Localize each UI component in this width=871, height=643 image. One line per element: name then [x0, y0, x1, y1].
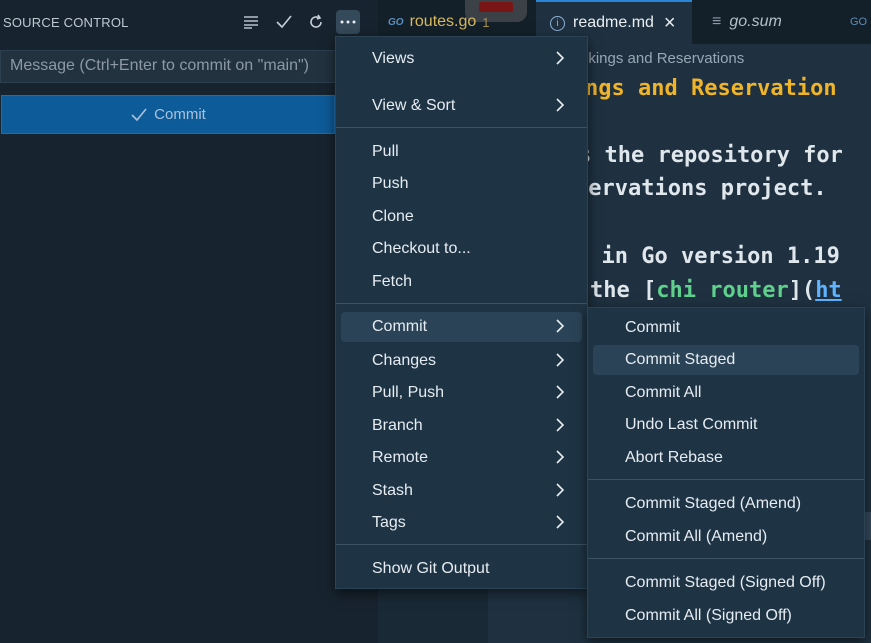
menu-separator — [588, 558, 864, 559]
commit-button[interactable]: Commit — [1, 95, 335, 134]
menu-item-label: Stash — [372, 482, 413, 499]
menu-item-view-sort[interactable]: View & Sort — [336, 91, 587, 121]
chevron-right-icon — [556, 319, 565, 333]
code-url[interactable]: ht — [815, 278, 842, 303]
chevron-right-icon — [556, 51, 565, 65]
submenu-item-commit[interactable]: Commit — [588, 313, 864, 343]
submenu-item-commit-all-amend[interactable]: Commit All (Amend) — [588, 522, 864, 552]
chevron-right-icon — [556, 418, 565, 432]
code-text: the [ — [590, 278, 657, 303]
menu-item-views[interactable]: Views — [336, 44, 587, 74]
submenu-item-abort-rebase[interactable]: Abort Rebase — [588, 443, 864, 473]
menu-item-push[interactable]: Push — [336, 169, 587, 199]
menu-item-checkout[interactable]: Checkout to... — [336, 234, 587, 264]
chevron-right-icon — [556, 385, 565, 399]
commit-message-input[interactable]: Message (Ctrl+Enter to commit on "main") — [0, 50, 336, 83]
info-icon: i — [550, 15, 565, 31]
source-control-more-menu: Views View & Sort Pull Push Clone Checko… — [335, 36, 588, 589]
code-heading: ngs and Reservation — [585, 76, 837, 101]
menu-item-pull-push[interactable]: Pull, Push — [336, 378, 587, 408]
breadcrumb[interactable]: okings and Reservations — [580, 50, 744, 67]
chevron-right-icon — [556, 98, 565, 112]
menu-separator — [336, 127, 587, 128]
menu-item-label: Remote — [372, 449, 429, 466]
code-line: the [chi router](ht — [590, 278, 842, 303]
chevron-right-icon — [556, 515, 565, 529]
code-text: ]( — [788, 278, 816, 303]
menu-item-label: Commit — [372, 318, 428, 335]
menu-item-commit[interactable]: Commit — [341, 312, 582, 342]
code-line: s the repository for — [578, 143, 843, 168]
menu-item-stash[interactable]: Stash — [336, 476, 587, 506]
menu-item-branch[interactable]: Branch — [336, 411, 587, 441]
source-control-panel: SOURCE CONTROL Message (Ctrl+Enter to co… — [0, 0, 378, 643]
chevron-right-icon — [556, 450, 565, 464]
menu-separator — [336, 303, 587, 304]
problem-badge: 1 — [482, 14, 490, 30]
code-link-text: chi router — [656, 278, 789, 303]
code-line: servations project. — [575, 176, 827, 201]
submenu-item-commit-all[interactable]: Commit All — [588, 378, 864, 408]
menu-item-label: Views — [372, 50, 415, 67]
menu-item-label: View & Sort — [372, 97, 456, 114]
menu-item-label: Changes — [372, 352, 437, 369]
commit-button-label: Commit — [154, 106, 206, 123]
list-icon[interactable] — [239, 10, 263, 34]
check-icon — [131, 107, 147, 121]
refresh-icon[interactable] — [304, 10, 328, 34]
menu-item-fetch[interactable]: Fetch — [336, 267, 587, 297]
tab-overflow-go-icon[interactable]: GO — [850, 0, 867, 44]
lines-icon: ≡ — [712, 13, 722, 30]
tab-label: go.sum — [729, 13, 782, 30]
check-icon[interactable] — [272, 10, 296, 34]
chevron-right-icon — [556, 353, 565, 367]
menu-item-show-git-output[interactable]: Show Git Output — [336, 554, 587, 584]
submenu-item-commit-staged[interactable]: Commit Staged — [593, 345, 859, 375]
more-icon[interactable] — [336, 10, 360, 34]
menu-item-label: Pull, Push — [372, 384, 445, 401]
panel-title: SOURCE CONTROL — [3, 15, 129, 30]
tab-label: readme.md — [573, 14, 654, 31]
tab-go-sum[interactable]: ≡ go.sum — [712, 0, 782, 44]
menu-item-label: Tags — [372, 514, 406, 531]
menu-item-remote[interactable]: Remote — [336, 443, 587, 473]
submenu-item-commit-staged-amend[interactable]: Commit Staged (Amend) — [588, 489, 864, 519]
menu-item-changes[interactable]: Changes — [336, 346, 587, 376]
go-icon: GO — [388, 16, 404, 28]
scrollbar-thumb[interactable] — [864, 512, 871, 540]
menu-item-label: Branch — [372, 417, 423, 434]
submenu-item-commit-staged-signed-off[interactable]: Commit Staged (Signed Off) — [588, 568, 864, 598]
code-line: t in Go version 1.19 — [575, 244, 840, 269]
close-icon[interactable]: × — [664, 12, 676, 35]
commit-submenu: Commit Commit Staged Commit All Undo Las… — [587, 307, 865, 638]
submenu-item-undo-last-commit[interactable]: Undo Last Commit — [588, 410, 864, 440]
menu-item-pull[interactable]: Pull — [336, 137, 587, 167]
submenu-item-commit-all-signed-off[interactable]: Commit All (Signed Off) — [588, 601, 864, 631]
menu-item-clone[interactable]: Clone — [336, 202, 587, 232]
menu-separator — [588, 479, 864, 480]
menu-item-tags[interactable]: Tags — [336, 508, 587, 538]
tab-label: routes.go — [409, 13, 477, 30]
menu-separator — [336, 544, 587, 545]
chevron-right-icon — [556, 483, 565, 497]
